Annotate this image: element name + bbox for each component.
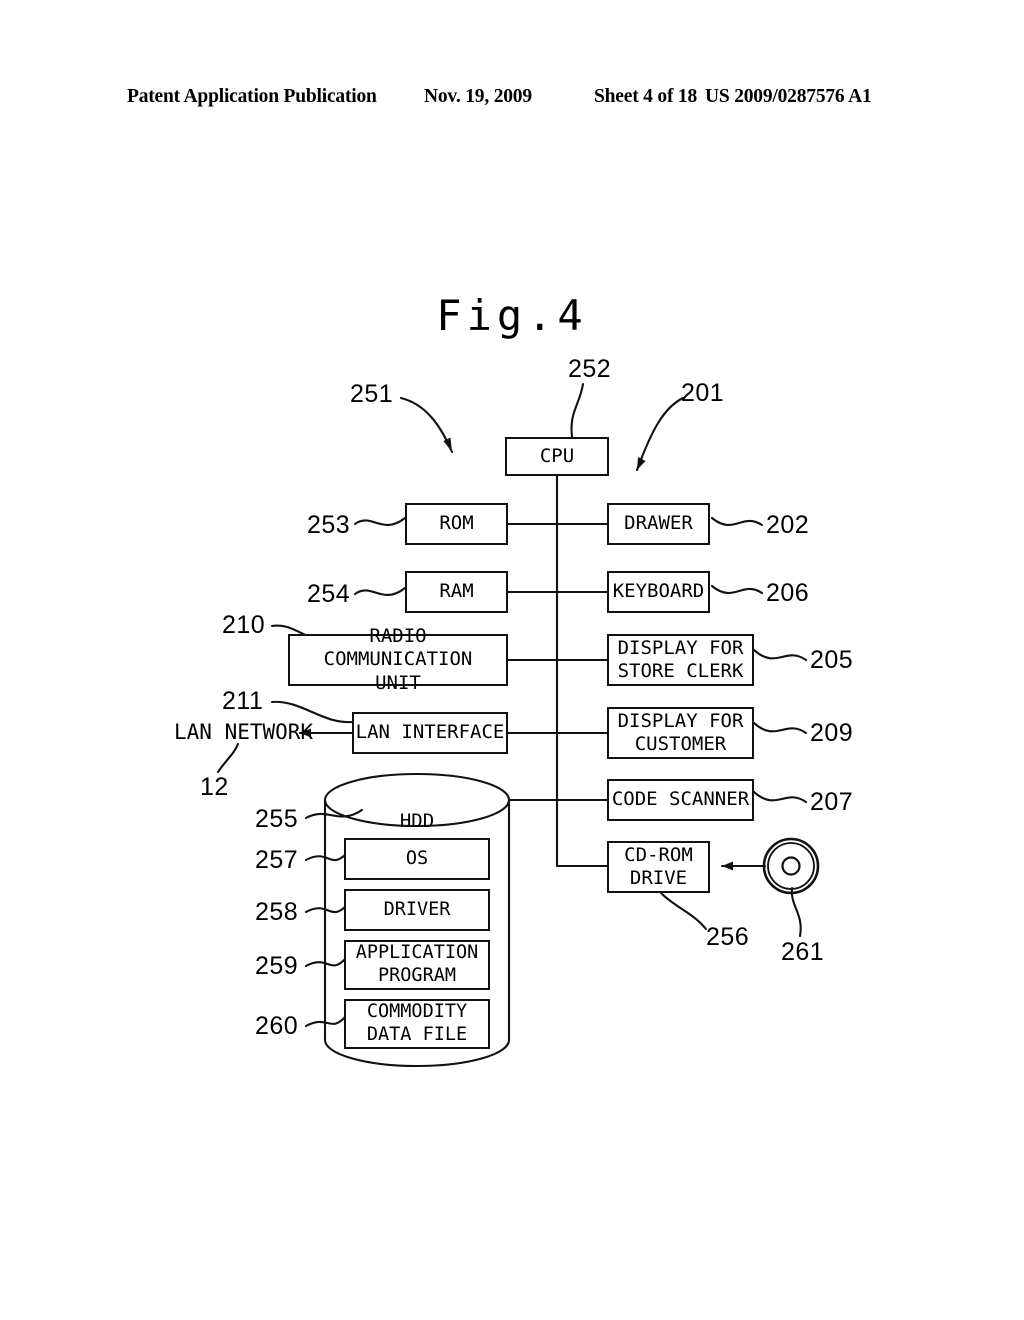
ref-202: 202 xyxy=(766,511,810,539)
ref-211: 211 xyxy=(222,687,264,715)
leader-251 xyxy=(399,396,454,454)
node-radio-communication-unit[interactable]: RADIO COMMUNICATION UNIT xyxy=(288,625,508,694)
node-rom[interactable]: ROM xyxy=(405,503,508,545)
leader-202 xyxy=(710,516,764,527)
cd-disc-icon xyxy=(762,837,820,895)
leader-251-arrowhead xyxy=(443,437,452,452)
ref-254: 254 xyxy=(307,580,351,608)
diagram-lines xyxy=(216,382,820,1068)
node-application-program[interactable]: APPLICATION PROGRAM xyxy=(344,940,490,990)
node-cpu[interactable]: CPU xyxy=(505,437,609,476)
leader-252 xyxy=(570,382,585,439)
ref-253: 253 xyxy=(307,511,351,539)
ref-257: 257 xyxy=(255,846,299,874)
leader-256 xyxy=(659,891,708,931)
ref-209: 209 xyxy=(810,719,854,747)
leader-201 xyxy=(635,396,685,472)
ref-206: 206 xyxy=(766,579,810,607)
ref-205: 205 xyxy=(810,646,854,674)
ref-261: 261 xyxy=(781,938,825,966)
node-code-scanner[interactable]: CODE SCANNER xyxy=(607,779,754,821)
ref-210: 210 xyxy=(222,611,266,639)
node-display-for-customer[interactable]: DISPLAY FOR CUSTOMER xyxy=(607,707,754,759)
ref-256: 256 xyxy=(706,923,750,951)
leader-12 xyxy=(216,742,240,774)
leader-209 xyxy=(752,721,808,735)
leader-205 xyxy=(752,648,808,662)
ref-12: 12 xyxy=(200,773,229,801)
node-driver[interactable]: DRIVER xyxy=(344,889,490,931)
ref-252: 252 xyxy=(568,355,612,383)
node-ram[interactable]: RAM xyxy=(405,571,508,613)
hdd-label: HDD xyxy=(399,810,435,832)
node-lan-interface[interactable]: LAN INTERFACE xyxy=(352,712,508,754)
leader-261 xyxy=(790,886,802,938)
node-os[interactable]: OS xyxy=(344,838,490,880)
ref-258: 258 xyxy=(255,898,299,926)
ref-201: 201 xyxy=(681,379,725,407)
ref-207: 207 xyxy=(810,788,854,816)
leader-207 xyxy=(752,790,808,804)
node-drawer[interactable]: DRAWER xyxy=(607,503,710,545)
node-display-for-store-clerk[interactable]: DISPLAY FOR STORE CLERK xyxy=(607,634,754,686)
node-cd-rom-drive[interactable]: CD-ROM DRIVE xyxy=(607,841,710,893)
leader-254 xyxy=(353,586,407,596)
node-keyboard[interactable]: KEYBOARD xyxy=(607,571,710,613)
label-lan-network: LAN NETWORK xyxy=(174,720,314,744)
node-commodity-data-file[interactable]: COMMODITY DATA FILE xyxy=(344,999,490,1049)
ref-251: 251 xyxy=(350,380,394,408)
ref-260: 260 xyxy=(255,1012,299,1040)
cd-insert-arrowhead xyxy=(722,861,733,871)
ref-255: 255 xyxy=(255,805,299,833)
leader-206 xyxy=(710,584,764,595)
leader-253 xyxy=(353,516,407,526)
ref-259: 259 xyxy=(255,952,299,980)
patent-figure-page: Patent Application Publication Nov. 19, … xyxy=(0,0,1024,1320)
leader-201-arrowhead xyxy=(637,457,646,470)
